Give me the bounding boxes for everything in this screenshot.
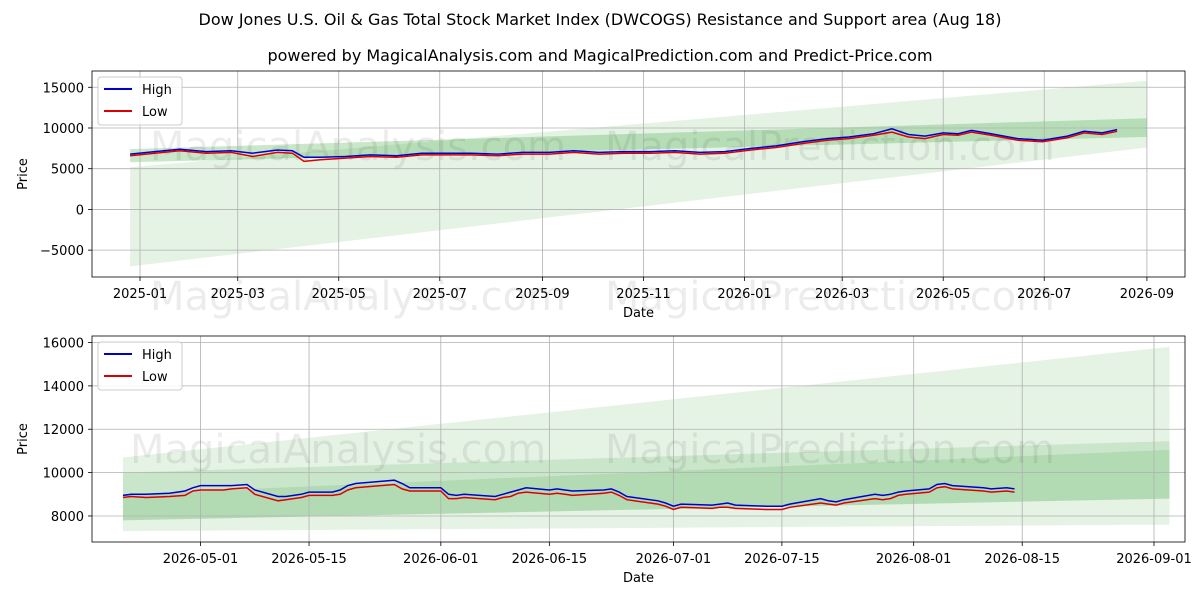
y-tick-label: −5000 [40, 244, 84, 259]
y-tick-label: 10000 [43, 122, 84, 137]
x-tick-label: 2026-06-15 [512, 552, 588, 567]
x-tick-label: 2026-06-01 [403, 552, 479, 567]
y-tick-label: 15000 [43, 81, 84, 96]
x-tick-label: 2026-09 [1120, 287, 1174, 302]
chart-1: 2025-01 2025-03 2025-05 2025-07 2025-09 2025-… [16, 70, 1186, 321]
charts-canvas: 2025-01 2025-03 2025-05 2025-07 2025-09 2025-… [16, 70, 1192, 586]
chart-2: 2026-05-01 2026-05-15 2026-06-01 2026-06-15… [16, 335, 1192, 586]
x-axis-label: Date [623, 571, 654, 586]
legend-label-high: High [142, 348, 172, 363]
watermark: MagicalAnalysis.com [150, 274, 566, 320]
y-axis-label: Price [16, 158, 31, 190]
y-tick-label: 12000 [43, 423, 84, 438]
watermark: MagicalAnalysis.com [150, 124, 566, 170]
watermark: MagicalPrediction.com [605, 427, 1055, 473]
y-tick-label: 10000 [43, 467, 84, 482]
x-tick-label: 2026-05-15 [271, 552, 347, 567]
legend: High Low [97, 341, 183, 391]
watermark: MagicalPrediction.com [605, 274, 1055, 320]
legend: High Low [97, 76, 183, 126]
band-1 [130, 80, 1147, 267]
y-tick-label: 16000 [43, 337, 84, 352]
y-tick-label: 0 [76, 203, 84, 218]
x-tick-label: 2026-05-01 [163, 552, 239, 567]
x-tick-label: 2026-07-01 [636, 552, 712, 567]
x-axis-label: Date [623, 306, 654, 321]
legend-label-low: Low [142, 105, 168, 120]
y-tick-label: 5000 [51, 163, 84, 178]
watermark: MagicalAnalysis.com [130, 427, 546, 473]
x-tick-label: 2026-09-01 [1116, 552, 1192, 567]
x-tick-label: 2026-08-15 [984, 552, 1060, 567]
y-tick-label: 8000 [51, 510, 84, 525]
watermark: MagicalPrediction.com [605, 124, 1055, 170]
legend-label-high: High [142, 83, 172, 98]
y-axis-label: Price [16, 423, 31, 455]
x-tick-label: 2026-08-01 [876, 552, 952, 567]
y-tick-label: 14000 [43, 380, 84, 395]
x-tick-label: 2026-07-15 [744, 552, 820, 567]
legend-label-low: Low [142, 370, 168, 385]
